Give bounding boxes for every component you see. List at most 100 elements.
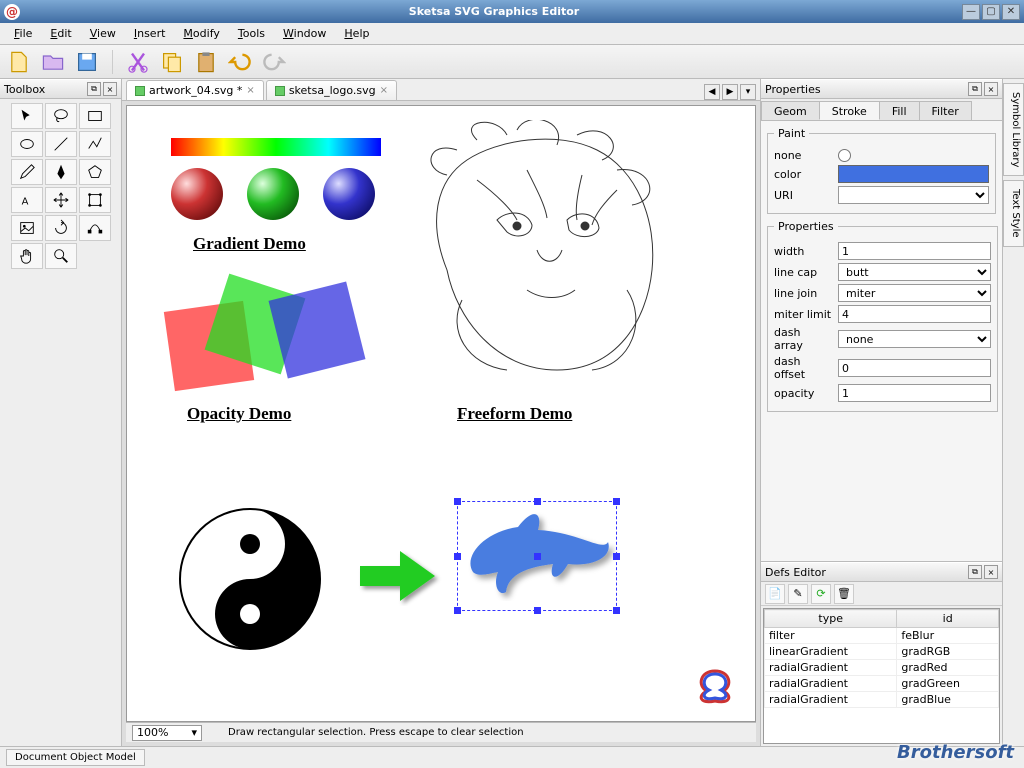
table-row: radialGradientgradRed bbox=[765, 660, 999, 676]
tab-prev-icon[interactable]: ◀ bbox=[704, 84, 720, 100]
close-button[interactable]: ✕ bbox=[1002, 4, 1020, 20]
properties-close-icon[interactable]: × bbox=[984, 82, 998, 96]
defs-col-id[interactable]: id bbox=[897, 610, 999, 628]
menu-tools[interactable]: Tools bbox=[230, 25, 273, 42]
defs-col-type[interactable]: type bbox=[765, 610, 897, 628]
menu-view[interactable]: View bbox=[82, 25, 124, 42]
svg-text:A: A bbox=[21, 197, 28, 208]
dom-button[interactable]: Document Object Model bbox=[6, 749, 145, 766]
tool-polyline[interactable] bbox=[79, 131, 111, 157]
defs-pin-icon[interactable]: ⧉ bbox=[968, 565, 982, 579]
zoom-input[interactable]: 100%▾ bbox=[132, 725, 202, 741]
stroke-linecap-select[interactable]: butt bbox=[838, 263, 991, 281]
sphere-red bbox=[171, 168, 223, 220]
watermark: Brothersoft bbox=[897, 742, 1014, 763]
paint-none-radio[interactable] bbox=[838, 149, 851, 162]
tool-rectangle[interactable] bbox=[79, 103, 111, 129]
tool-lasso[interactable] bbox=[45, 103, 77, 129]
menu-window[interactable]: Window bbox=[275, 25, 334, 42]
menu-edit[interactable]: Edit bbox=[42, 25, 79, 42]
tool-zoom[interactable] bbox=[45, 243, 77, 269]
tool-line[interactable] bbox=[45, 131, 77, 157]
properties-pin-icon[interactable]: ⧉ bbox=[968, 82, 982, 96]
tab-artwork[interactable]: artwork_04.svg * × bbox=[126, 80, 264, 100]
paint-none-label: none bbox=[774, 149, 832, 162]
paint-color-label: color bbox=[774, 168, 832, 181]
toolbox-pin-icon[interactable]: ⧉ bbox=[87, 82, 101, 96]
tool-select[interactable] bbox=[11, 103, 43, 129]
footer: Document Object Model bbox=[0, 746, 1024, 768]
undo-icon[interactable] bbox=[227, 49, 253, 75]
tab-filter[interactable]: Filter bbox=[919, 101, 972, 120]
tool-ellipse[interactable] bbox=[11, 131, 43, 157]
tool-polygon[interactable] bbox=[79, 159, 111, 185]
paint-color-swatch[interactable] bbox=[838, 165, 989, 183]
main-toolbar bbox=[0, 45, 1024, 79]
save-file-icon[interactable] bbox=[74, 49, 100, 75]
tab-geom[interactable]: Geom bbox=[761, 101, 820, 120]
properties-body: Paint none color URI Properties width li… bbox=[761, 121, 1002, 561]
app-icon: @ bbox=[4, 4, 20, 20]
tool-pencil[interactable] bbox=[11, 159, 43, 185]
tab-symbol-library[interactable]: Symbol Library bbox=[1003, 83, 1024, 176]
defs-new-icon[interactable]: 📄 bbox=[765, 584, 785, 604]
tab-close-icon[interactable]: × bbox=[246, 85, 254, 96]
tool-hand[interactable] bbox=[11, 243, 43, 269]
copy-icon[interactable] bbox=[159, 49, 185, 75]
status-message: Draw rectangular selection. Press escape… bbox=[208, 727, 756, 738]
toolbox-close-icon[interactable]: × bbox=[103, 82, 117, 96]
sphere-blue bbox=[323, 168, 375, 220]
tab-logo[interactable]: sketsa_logo.svg × bbox=[266, 80, 397, 100]
stroke-width-input[interactable] bbox=[838, 242, 991, 260]
defs-header: Defs Editor ⧉ × bbox=[761, 562, 1002, 582]
stroke-miter-input[interactable] bbox=[838, 305, 991, 323]
tool-transform[interactable] bbox=[79, 187, 111, 213]
tool-text[interactable]: A bbox=[11, 187, 43, 213]
table-row: radialGradientgradGreen bbox=[765, 676, 999, 692]
tab-stroke[interactable]: Stroke bbox=[819, 101, 880, 120]
tab-fill[interactable]: Fill bbox=[879, 101, 920, 120]
open-file-icon[interactable] bbox=[40, 49, 66, 75]
paste-icon[interactable] bbox=[193, 49, 219, 75]
toolbox-header: Toolbox ⧉ × bbox=[0, 79, 121, 99]
defs-edit-icon[interactable]: ✎ bbox=[788, 584, 808, 604]
stroke-linejoin-select[interactable]: miter bbox=[838, 284, 991, 302]
defs-delete-icon[interactable]: 🗑 bbox=[834, 584, 854, 604]
menu-help[interactable]: Help bbox=[336, 25, 377, 42]
selection-box[interactable] bbox=[457, 501, 617, 611]
defs-table[interactable]: typeid filterfeBlur linearGradientgradRG… bbox=[763, 608, 1000, 744]
tool-node[interactable] bbox=[79, 215, 111, 241]
window-title: Sketsa SVG Graphics Editor bbox=[26, 5, 962, 18]
menu-bar: File Edit View Insert Modify Tools Windo… bbox=[0, 23, 1024, 45]
minimize-button[interactable]: — bbox=[962, 4, 980, 20]
table-row: linearGradientgradRGB bbox=[765, 644, 999, 660]
stroke-dasharray-select[interactable]: none bbox=[838, 330, 991, 348]
tool-rotate[interactable] bbox=[45, 215, 77, 241]
redo-icon[interactable] bbox=[261, 49, 287, 75]
tool-pen[interactable] bbox=[45, 159, 77, 185]
defs-close-icon[interactable]: × bbox=[984, 565, 998, 579]
menu-file[interactable]: File bbox=[6, 25, 40, 42]
tab-menu-icon[interactable]: ▾ bbox=[740, 84, 756, 100]
stroke-dashoffset-input[interactable] bbox=[838, 359, 991, 377]
properties-header: Properties ⧉ × bbox=[761, 79, 1002, 99]
tab-close-icon[interactable]: × bbox=[380, 85, 388, 96]
stroke-legend: Properties bbox=[774, 220, 838, 233]
properties-title: Properties bbox=[765, 83, 821, 96]
maximize-button[interactable]: ▢ bbox=[982, 4, 1000, 20]
table-row: radialGradientgradBlue bbox=[765, 692, 999, 708]
defs-refresh-icon[interactable]: ⟳ bbox=[811, 584, 831, 604]
new-file-icon[interactable] bbox=[6, 49, 32, 75]
tool-move[interactable] bbox=[45, 187, 77, 213]
tab-next-icon[interactable]: ▶ bbox=[722, 84, 738, 100]
tab-text-style[interactable]: Text Style bbox=[1003, 180, 1024, 247]
menu-modify[interactable]: Modify bbox=[175, 25, 227, 42]
cut-icon[interactable] bbox=[125, 49, 151, 75]
tool-image[interactable] bbox=[11, 215, 43, 241]
gradient-bar bbox=[171, 138, 381, 156]
stroke-opacity-input[interactable] bbox=[838, 384, 991, 402]
label-freeform: Freeform Demo bbox=[457, 404, 572, 424]
paint-uri-select[interactable] bbox=[838, 186, 989, 204]
menu-insert[interactable]: Insert bbox=[126, 25, 174, 42]
canvas[interactable]: Gradient Demo Opacity Demo bbox=[126, 105, 756, 722]
